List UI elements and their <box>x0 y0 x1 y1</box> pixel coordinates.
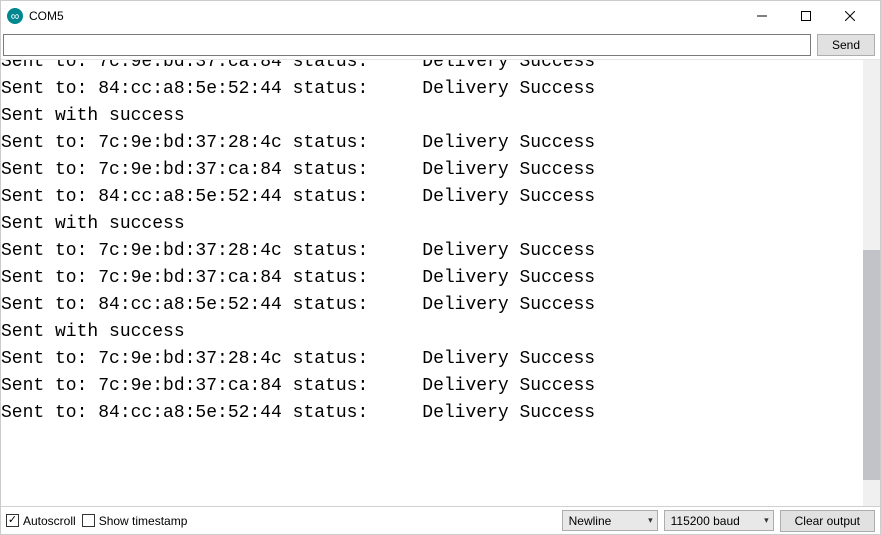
line-ending-value: Newline <box>569 514 612 528</box>
send-row: Send <box>1 31 880 59</box>
vertical-scrollbar[interactable] <box>863 60 880 506</box>
baud-value: 115200 baud <box>671 514 740 528</box>
checkbox-icon <box>82 514 95 527</box>
checkbox-icon: ✓ <box>6 514 19 527</box>
autoscroll-label: Autoscroll <box>23 514 76 528</box>
autoscroll-checkbox[interactable]: ✓ Autoscroll <box>6 514 76 528</box>
baud-select[interactable]: 115200 baud ▾ <box>664 510 774 531</box>
serial-input[interactable] <box>3 34 811 56</box>
chevron-down-icon: ▾ <box>648 515 653 526</box>
footer-bar: ✓ Autoscroll Show timestamp Newline ▾ 11… <box>1 506 880 534</box>
titlebar: COM5 <box>1 1 880 31</box>
close-button[interactable] <box>828 2 872 30</box>
scrollbar-thumb[interactable] <box>863 250 880 480</box>
chevron-down-icon: ▾ <box>764 515 769 526</box>
send-button[interactable]: Send <box>817 34 875 56</box>
arduino-icon <box>7 8 23 24</box>
timestamp-label: Show timestamp <box>99 514 188 528</box>
line-ending-select[interactable]: Newline ▾ <box>562 510 658 531</box>
clear-output-button[interactable]: Clear output <box>780 510 875 532</box>
serial-output: Sent to: 7c:9e:bd:37:ca:84 status: Deliv… <box>1 59 863 488</box>
minimize-button[interactable] <box>740 2 784 30</box>
window-title: COM5 <box>29 9 64 23</box>
timestamp-checkbox[interactable]: Show timestamp <box>82 514 188 528</box>
maximize-button[interactable] <box>784 2 828 30</box>
output-area: Sent to: 7c:9e:bd:37:ca:84 status: Deliv… <box>1 59 880 506</box>
